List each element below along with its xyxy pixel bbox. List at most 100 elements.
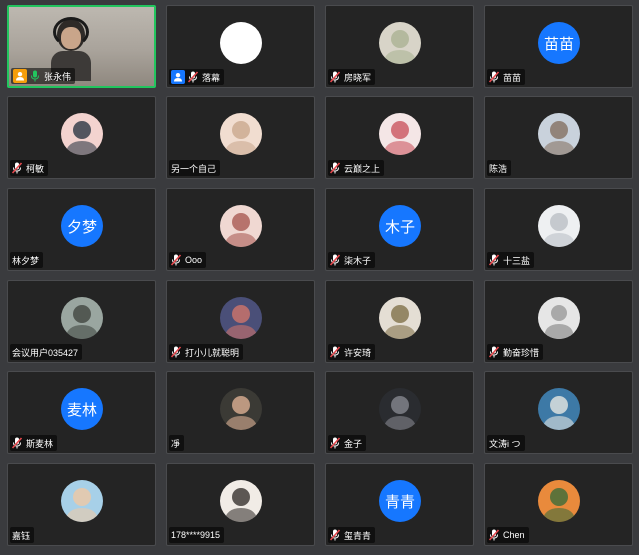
participant-name: 凈 <box>171 438 181 449</box>
mic-active-icon <box>30 70 40 82</box>
mic-muted-icon <box>330 162 340 174</box>
avatar <box>220 297 262 339</box>
name-tag: 张永伟 <box>11 68 76 84</box>
avatar <box>538 113 580 155</box>
participant-tile[interactable]: 房晓军 <box>325 5 474 88</box>
name-tag: 金子 <box>328 435 367 451</box>
avatar <box>538 297 580 339</box>
avatar <box>220 113 262 155</box>
mic-muted-icon <box>188 71 198 83</box>
avatar <box>379 388 421 430</box>
name-tag: Ooo <box>169 252 207 268</box>
name-tag: 玺青青 <box>328 527 376 543</box>
participant-tile[interactable]: 凈 <box>166 371 315 454</box>
mic-muted-icon <box>489 254 499 266</box>
avatar: 木子 <box>379 205 421 247</box>
name-tag: Chen <box>487 527 529 543</box>
avatar-initials: 青青 <box>384 492 415 511</box>
avatar-initials: 苗苗 <box>543 34 574 53</box>
mic-muted-icon <box>330 71 340 83</box>
participant-tile[interactable]: 夕梦林夕梦 <box>7 188 156 271</box>
participant-name: 张永伟 <box>44 71 72 82</box>
avatar <box>379 22 421 64</box>
participant-tile[interactable]: 勤奋珍惜 <box>484 280 633 363</box>
name-tag: 嘉钰 <box>10 527 35 543</box>
participant-tile[interactable]: 青青 玺青青 <box>325 463 474 546</box>
participant-tile[interactable]: 云巅之上 <box>325 96 474 179</box>
name-tag: 柯敏 <box>10 160 49 176</box>
name-tag: 178****9915 <box>169 527 225 543</box>
mic-muted-icon <box>489 529 499 541</box>
participant-name: 许安琦 <box>344 347 372 358</box>
participant-tile[interactable]: 木子柒木子 <box>325 188 474 271</box>
mic-muted-icon <box>489 71 499 83</box>
participant-tile[interactable]: 十三盐 <box>484 188 633 271</box>
avatar: 苗苗 <box>538 22 580 64</box>
participant-name: 勤奋珍惜 <box>503 347 540 358</box>
avatar <box>538 205 580 247</box>
avatar <box>538 480 580 522</box>
participant-tile[interactable]: 落幕 <box>166 5 315 88</box>
name-tag: 文涛i つ <box>487 435 525 451</box>
mic-muted-icon <box>330 254 340 266</box>
avatar <box>379 297 421 339</box>
participant-name: 云巅之上 <box>344 163 381 174</box>
mic-muted-icon <box>489 346 499 358</box>
mic-muted-icon <box>171 346 181 358</box>
mic-muted-icon <box>12 437 22 449</box>
avatar <box>220 205 262 247</box>
name-tag: 林夕梦 <box>10 252 44 268</box>
user-role-icon <box>13 69 27 83</box>
name-tag: 许安琦 <box>328 344 376 360</box>
participant-tile[interactable]: 178****9915 <box>166 463 315 546</box>
participant-tile[interactable]: Chen <box>484 463 633 546</box>
name-tag: 会议用户035427 <box>10 344 83 360</box>
avatar <box>538 388 580 430</box>
participant-name: Chen <box>503 530 525 540</box>
participant-tile[interactable]: 张永伟 <box>7 5 156 88</box>
participant-tile[interactable]: 会议用户035427 <box>7 280 156 363</box>
mic-muted-icon <box>330 437 340 449</box>
participant-tile[interactable]: 柯敏 <box>7 96 156 179</box>
name-tag: 云巅之上 <box>328 160 385 176</box>
participant-name: 陈浩 <box>489 163 508 174</box>
mic-muted-icon <box>330 529 340 541</box>
participant-name: 落幕 <box>202 72 221 83</box>
avatar <box>61 480 103 522</box>
name-tag: 落幕 <box>169 69 225 85</box>
participant-name: 另一个自己 <box>171 163 217 174</box>
participant-name: Ooo <box>185 255 203 265</box>
avatar <box>61 113 103 155</box>
name-tag: 另一个自己 <box>169 160 221 176</box>
participant-name: 苗苗 <box>503 72 522 83</box>
name-tag: 苗苗 <box>487 69 526 85</box>
name-tag: 勤奋珍惜 <box>487 344 544 360</box>
avatar: 青青 <box>379 480 421 522</box>
avatar-initials: 麦林 <box>66 400 97 419</box>
participant-name: 柒木子 <box>344 255 372 266</box>
participant-name: 柯敏 <box>26 163 45 174</box>
avatar <box>220 388 262 430</box>
participant-tile[interactable]: 嘉钰 <box>7 463 156 546</box>
mic-muted-icon <box>171 254 181 266</box>
participant-name: 斯麦林 <box>26 438 54 449</box>
participant-tile[interactable]: 陈浩 <box>484 96 633 179</box>
participant-name: 会议用户035427 <box>12 347 79 358</box>
name-tag: 打小儿就聪明 <box>169 344 244 360</box>
participant-tile[interactable]: 许安琦 <box>325 280 474 363</box>
participant-name: 嘉钰 <box>12 530 31 541</box>
name-tag: 柒木子 <box>328 252 376 268</box>
participant-tile[interactable]: 苗苗 苗苗 <box>484 5 633 88</box>
participant-name: 林夕梦 <box>12 255 40 266</box>
participant-tile[interactable]: 打小儿就聪明 <box>166 280 315 363</box>
participant-tile[interactable]: Ooo <box>166 188 315 271</box>
participant-tile[interactable]: 文涛i つ <box>484 371 633 454</box>
participant-tile[interactable]: 麦林斯麦林 <box>7 371 156 454</box>
avatar-initials: 木子 <box>384 217 415 236</box>
avatar <box>379 113 421 155</box>
mic-muted-icon <box>330 346 340 358</box>
name-tag: 十三盐 <box>487 252 535 268</box>
participant-tile[interactable]: 另一个自己 <box>166 96 315 179</box>
avatar-initials: 夕梦 <box>66 217 97 236</box>
participant-tile[interactable]: 金子 <box>325 371 474 454</box>
